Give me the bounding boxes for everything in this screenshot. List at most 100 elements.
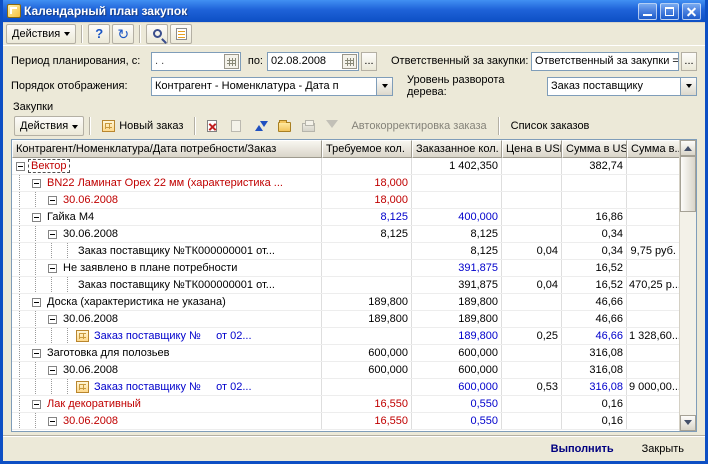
value-cell[interactable] (322, 243, 412, 259)
tree-cell[interactable]: 30.06.2008 (12, 226, 322, 242)
value-cell[interactable] (502, 260, 562, 276)
value-cell[interactable] (627, 396, 679, 412)
tree-cell[interactable]: BN22 Ламинат Орех 22 мм (характеристика … (12, 175, 322, 191)
tree-collapse-icon[interactable] (48, 416, 57, 426)
value-cell[interactable]: 0,04 (502, 243, 562, 259)
tree-collapse-icon[interactable] (48, 314, 57, 324)
responsible-select-button[interactable]: ... (681, 51, 697, 71)
move-order-button[interactable] (225, 116, 247, 136)
table-row[interactable]: Доска (характеристика не указана) 189,800… (12, 294, 679, 311)
value-cell[interactable] (627, 345, 679, 361)
value-cell[interactable] (322, 277, 412, 293)
value-cell[interactable] (502, 158, 562, 174)
table-row[interactable]: Заказ поставщику № от 02... 189,800 0,25 46… (12, 328, 679, 345)
value-cell[interactable]: 189,800 (322, 311, 412, 327)
value-cell[interactable]: 0,34 (562, 226, 627, 242)
tree-cell[interactable]: 30.06.2008 (12, 311, 322, 327)
column-header[interactable]: Цена в USD (502, 140, 562, 158)
scroll-track[interactable] (680, 156, 696, 415)
table-row[interactable]: Заказ поставщику №ТК000000001 от... 8,125… (12, 243, 679, 260)
value-cell[interactable]: 400,000 (412, 209, 502, 225)
calendar-icon[interactable] (224, 53, 239, 69)
value-cell[interactable]: 0,25 (502, 328, 562, 344)
table-row[interactable]: BN22 Ламинат Орех 22 мм (характеристика … (12, 175, 679, 192)
period-to-field[interactable]: 02.08.2008 (267, 51, 359, 71)
value-cell[interactable] (502, 413, 562, 429)
value-cell[interactable] (502, 396, 562, 412)
table-row[interactable]: Заказ поставщику № от 02... 600,000 0,53 31… (12, 379, 679, 396)
depth-combobox[interactable]: Заказ поставщику (547, 76, 697, 96)
maximize-button[interactable] (660, 2, 679, 20)
execute-button[interactable]: Выполнить (540, 439, 625, 459)
responsible-field[interactable]: Ответственный за закупки = "У... (531, 51, 679, 71)
value-cell[interactable] (502, 345, 562, 361)
value-cell[interactable] (322, 260, 412, 276)
value-cell[interactable]: 189,800 (322, 294, 412, 310)
value-cell[interactable]: 600,000 (412, 379, 502, 395)
value-cell[interactable] (502, 226, 562, 242)
tree-collapse-icon[interactable] (16, 161, 25, 171)
value-cell[interactable]: 470,25 р... (627, 277, 679, 293)
column-header[interactable]: Контрагент/Номенклатура/Дата потребности… (12, 140, 322, 158)
open-document-button[interactable] (273, 116, 295, 136)
tree-cell[interactable]: Гайка М4 (12, 209, 322, 225)
value-cell[interactable] (502, 209, 562, 225)
value-cell[interactable]: 1 328,60... (627, 328, 679, 344)
value-cell[interactable]: 600,000 (322, 345, 412, 361)
value-cell[interactable]: 600,000 (412, 362, 502, 378)
table-row[interactable]: 30.06.2008 189,800 189,800 46,66 (12, 311, 679, 328)
table-row[interactable]: 30.06.2008 8,125 8,125 0,34 (12, 226, 679, 243)
close-button[interactable] (682, 2, 701, 20)
table-row[interactable]: 30.06.2008 600,000 600,000 316,08 (12, 362, 679, 379)
value-cell[interactable]: 1 402,350 (412, 158, 502, 174)
table-row[interactable]: Вектор 1 402,350 382,74 (12, 158, 679, 175)
value-cell[interactable] (562, 175, 627, 191)
tree-cell[interactable]: 30.06.2008 (12, 413, 322, 429)
help-button[interactable]: ? (88, 23, 111, 44)
value-cell[interactable]: 46,66 (562, 311, 627, 327)
value-cell[interactable]: 16,86 (562, 209, 627, 225)
tree-cell[interactable]: Заказ поставщику №ТК000000001 от... (12, 243, 322, 259)
value-cell[interactable]: 9 000,00... (627, 379, 679, 395)
close-form-button[interactable]: Закрыть (631, 439, 695, 459)
tree-collapse-icon[interactable] (32, 212, 41, 222)
filter-button[interactable] (321, 116, 343, 136)
value-cell[interactable] (627, 362, 679, 378)
titlebar[interactable]: Календарный план закупок (3, 0, 705, 22)
period-select-button[interactable]: ... (361, 51, 377, 71)
tree-collapse-icon[interactable] (32, 297, 41, 307)
tree-collapse-icon[interactable] (48, 365, 57, 375)
sort-button[interactable] (249, 116, 271, 136)
value-cell[interactable]: 0,550 (412, 396, 502, 412)
value-cell[interactable]: 391,875 (412, 260, 502, 276)
value-cell[interactable]: 600,000 (412, 345, 502, 361)
dropdown-button[interactable] (376, 77, 392, 95)
value-cell[interactable]: 18,000 (322, 175, 412, 191)
value-cell[interactable]: 0,16 (562, 413, 627, 429)
value-cell[interactable] (627, 413, 679, 429)
table-row[interactable]: Лак декоративный 16,550 0,550 0,16 (12, 396, 679, 413)
value-cell[interactable] (627, 192, 679, 208)
value-cell[interactable]: 0,53 (502, 379, 562, 395)
actions-button[interactable]: Действия (6, 23, 77, 44)
value-cell[interactable]: 9,75 руб. (627, 243, 679, 259)
vertical-scrollbar[interactable] (679, 140, 696, 431)
value-cell[interactable] (322, 328, 412, 344)
value-cell[interactable]: 0,34 (562, 243, 627, 259)
orders-actions-button[interactable]: Действия (14, 116, 85, 136)
column-header[interactable]: Требуемое кол. (322, 140, 412, 158)
table-row[interactable]: Гайка М4 8,125 400,000 16,86 (12, 209, 679, 226)
tree-collapse-icon[interactable] (32, 399, 41, 409)
value-cell[interactable]: 189,800 (412, 294, 502, 310)
value-cell[interactable] (502, 175, 562, 191)
order-combobox[interactable]: Контрагент - Номенклатура - Дата п (151, 76, 393, 96)
table-row[interactable]: Заказ поставщику №ТК000000001 от... 391,8… (12, 277, 679, 294)
value-cell[interactable]: 189,800 (412, 328, 502, 344)
tree-cell[interactable]: Заказ поставщику № от 02... (12, 328, 322, 344)
table-row[interactable]: Не заявлено в плане потребности 391,875 16… (12, 260, 679, 277)
value-cell[interactable] (627, 209, 679, 225)
value-cell[interactable] (627, 311, 679, 327)
table-row[interactable]: Заготовка для полозьев 600,000 600,000 316,… (12, 345, 679, 362)
value-cell[interactable]: 600,000 (322, 362, 412, 378)
minimize-button[interactable] (638, 2, 657, 20)
